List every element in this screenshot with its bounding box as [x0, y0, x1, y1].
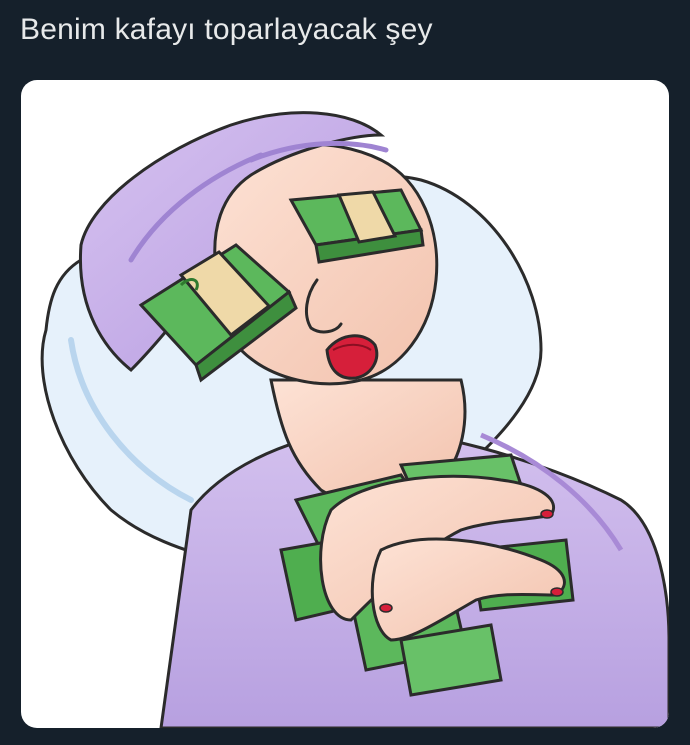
post-text: Benim kafayı toparlayacak şey	[20, 13, 433, 46]
tweet-post: Benim kafayı toparlayacak şey	[0, 0, 690, 745]
post-image[interactable]	[21, 80, 669, 728]
woman-relaxing-with-money-illustration	[40, 111, 669, 728]
lips	[325, 334, 379, 380]
